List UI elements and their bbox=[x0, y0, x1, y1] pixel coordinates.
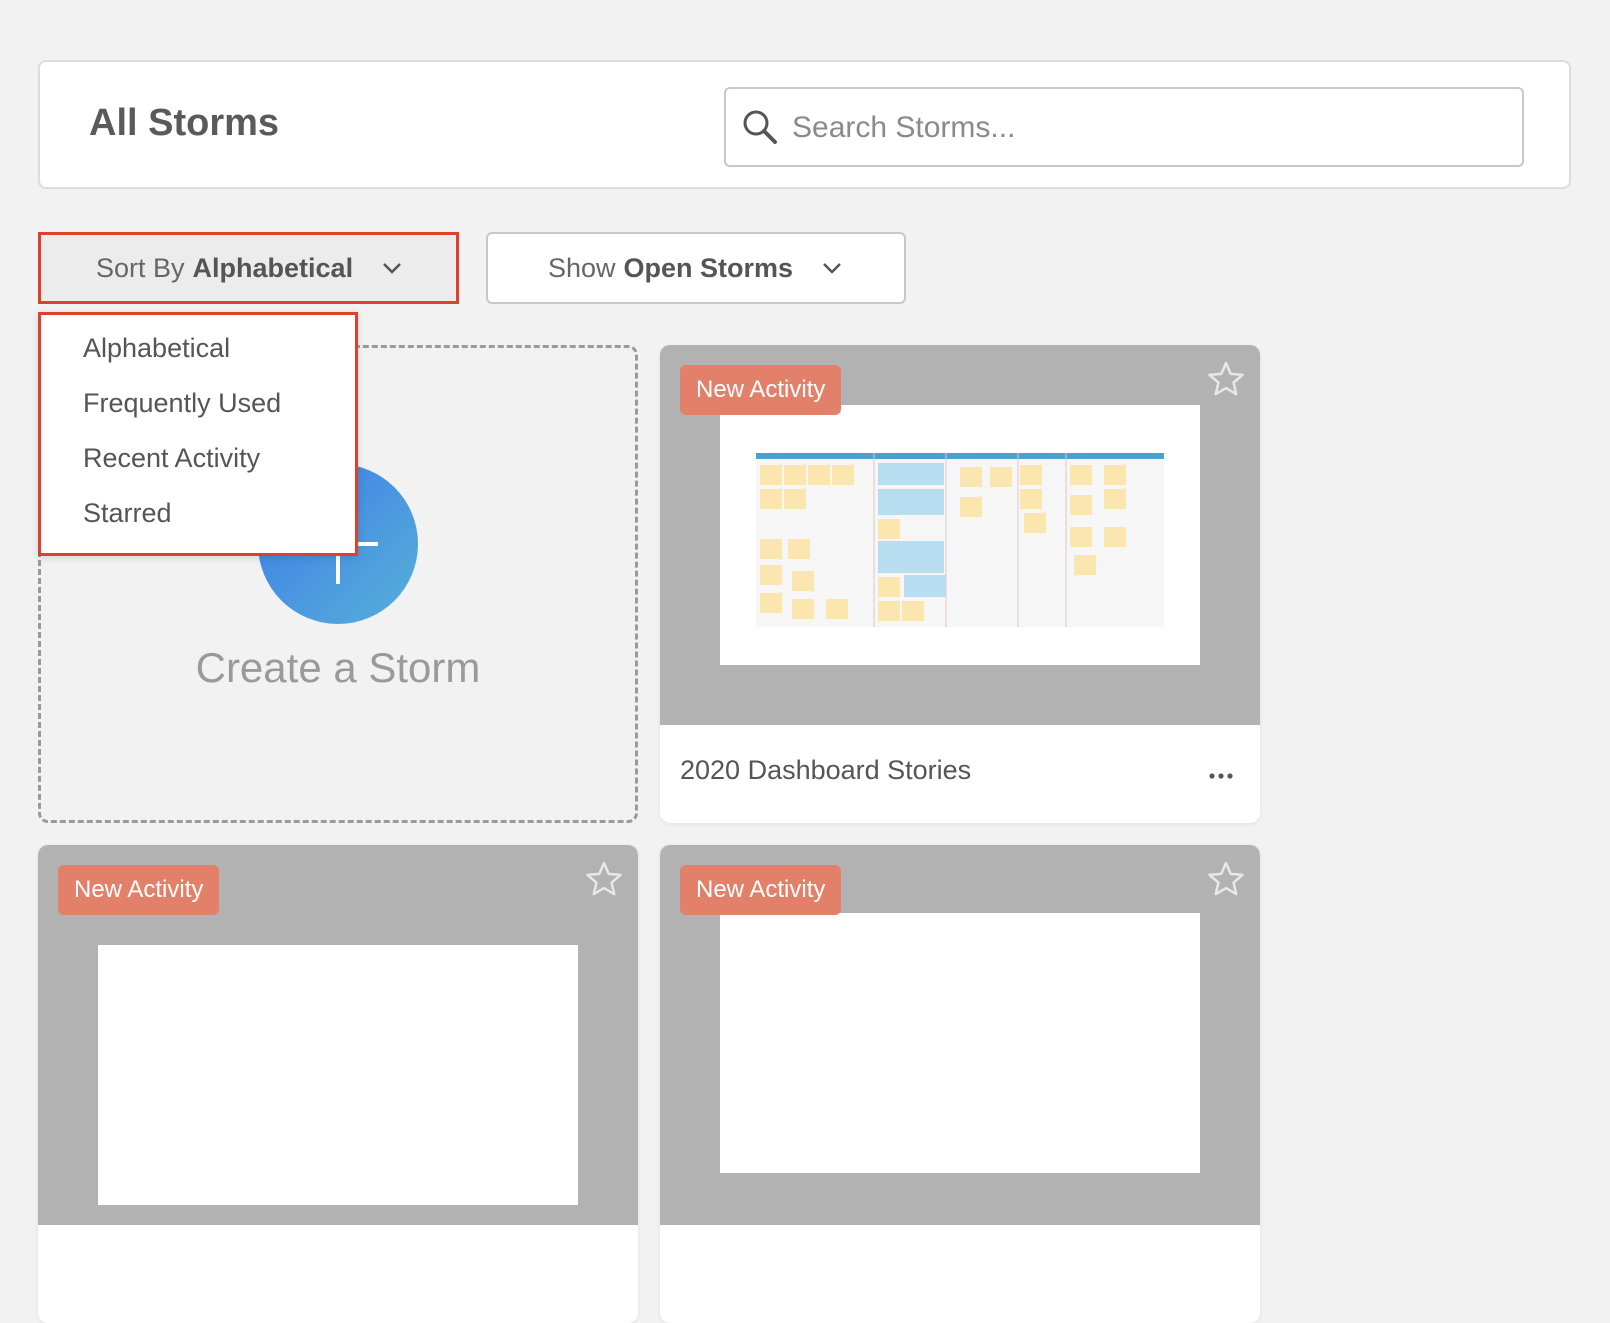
sort-option-frequently-used[interactable]: Frequently Used bbox=[83, 388, 281, 419]
sort-dropdown-button[interactable]: Sort By Alphabetical bbox=[38, 232, 459, 304]
new-activity-badge: New Activity bbox=[58, 865, 220, 915]
create-storm-label: Create a Storm bbox=[195, 644, 481, 691]
storm-card[interactable]: New Activity 2020 Dashboard Stories bbox=[660, 345, 1260, 823]
header-panel: All Storms bbox=[38, 60, 1571, 189]
more-icon[interactable] bbox=[1208, 771, 1234, 781]
new-activity-badge: New Activity bbox=[680, 365, 842, 415]
filter-value: Open Storms bbox=[623, 252, 794, 283]
page-title: All Storms bbox=[89, 102, 280, 144]
storm-thumbnail bbox=[720, 913, 1200, 1173]
chevron-down-icon bbox=[823, 263, 841, 274]
sort-prefix: Sort By bbox=[96, 252, 185, 283]
search-input[interactable] bbox=[790, 103, 1494, 153]
star-icon[interactable] bbox=[1206, 859, 1246, 899]
sort-value: Alphabetical bbox=[192, 252, 354, 283]
sort-option-starred[interactable]: Starred bbox=[83, 498, 172, 529]
storm-thumbnail bbox=[720, 405, 1200, 665]
board-preview-image bbox=[756, 453, 1164, 627]
star-icon[interactable] bbox=[1206, 359, 1246, 399]
star-icon[interactable] bbox=[584, 859, 624, 899]
storm-card[interactable]: New Activity bbox=[660, 845, 1260, 1323]
new-activity-badge: New Activity bbox=[680, 865, 842, 915]
storm-card[interactable]: New Activity bbox=[38, 845, 638, 1323]
sort-option-recent-activity[interactable]: Recent Activity bbox=[83, 443, 260, 474]
storm-thumbnail bbox=[98, 945, 578, 1205]
sort-dropdown-menu: Alphabetical Frequently Used Recent Acti… bbox=[38, 312, 358, 556]
filter-prefix: Show bbox=[548, 252, 616, 283]
storm-title[interactable]: 2020 Dashboard Stories bbox=[680, 755, 971, 786]
search-icon bbox=[743, 110, 777, 144]
search-box[interactable] bbox=[724, 87, 1524, 167]
chevron-down-icon bbox=[383, 263, 401, 274]
sort-option-alphabetical[interactable]: Alphabetical bbox=[83, 333, 230, 364]
filter-dropdown-button[interactable]: Show Open Storms bbox=[486, 232, 906, 304]
